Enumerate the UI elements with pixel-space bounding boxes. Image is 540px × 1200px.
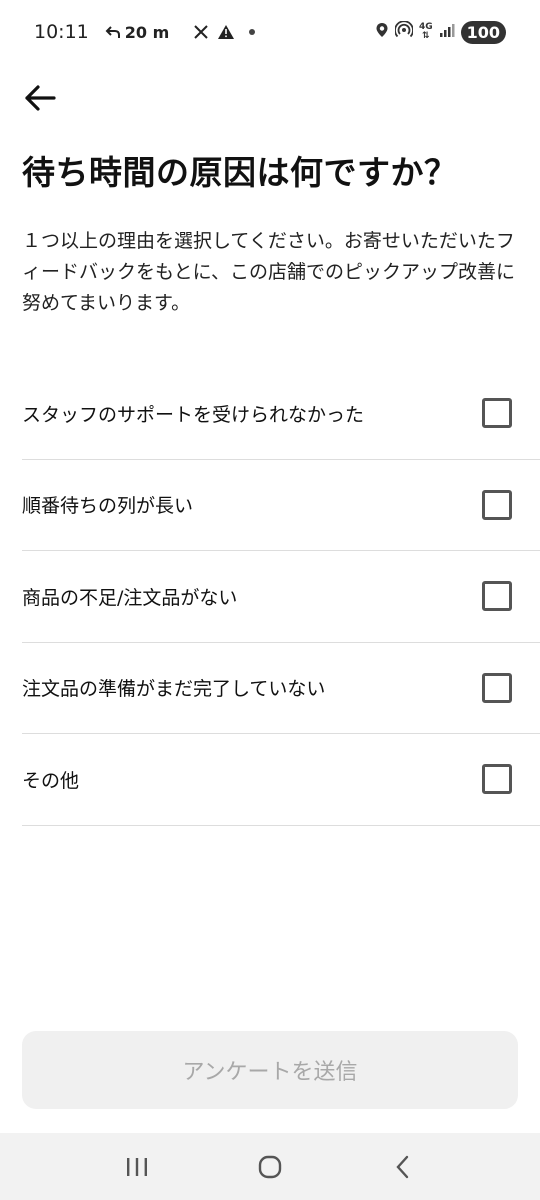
recents-button[interactable]: [117, 1147, 157, 1187]
battery-indicator: 100: [460, 20, 506, 44]
option-row[interactable]: 商品の不足/注文品がない: [22, 551, 540, 643]
hotspot-icon: [394, 19, 414, 44]
option-label: 順番待ちの列が長い: [22, 495, 194, 518]
screen: 10:11 20 m 4G ⇅ 100 待ち時間の原因は何ですか？ １つ以上の理…: [0, 0, 540, 1200]
checkbox[interactable]: [482, 764, 512, 795]
notification-dot-icon: [249, 29, 256, 35]
warning-icon: [217, 24, 235, 40]
option-row[interactable]: その他: [22, 734, 540, 826]
nav-back-button[interactable]: [383, 1147, 423, 1187]
home-button[interactable]: [250, 1147, 290, 1187]
network-type: 4G ⇅: [418, 22, 433, 41]
home-icon: [258, 1155, 282, 1178]
status-time: 10:11: [34, 21, 89, 43]
checkbox[interactable]: [482, 489, 512, 520]
option-label: スタッフのサポートを受けられなかった: [22, 403, 365, 426]
arrow-left-icon: [25, 85, 56, 111]
option-row[interactable]: 注文品の準備がまだ完了していない: [22, 643, 540, 734]
checkbox[interactable]: [482, 672, 512, 703]
signal-icon: [439, 22, 455, 43]
system-nav-bar: [0, 1133, 540, 1200]
call-duration: 20 m: [124, 22, 170, 42]
checkbox[interactable]: [482, 581, 512, 612]
call-return-icon: [105, 26, 120, 38]
call-indicator: 20 m: [105, 22, 170, 42]
option-label: その他: [22, 769, 80, 792]
option-label: 注文品の準備がまだ完了していない: [22, 678, 326, 701]
x-app-icon: [193, 24, 209, 40]
option-row[interactable]: 順番待ちの列が長い: [22, 460, 540, 551]
submit-survey-button[interactable]: アンケートを送信: [22, 1031, 518, 1109]
location-icon: [375, 22, 389, 43]
option-label: 商品の不足/注文品がない: [22, 586, 238, 609]
back-button[interactable]: [22, 80, 58, 116]
back-icon: [396, 1155, 409, 1178]
status-bar: 10:11 20 m 4G ⇅ 100: [0, 0, 540, 64]
reason-option-list: スタッフのサポートを受けられなかった 順番待ちの列が長い 商品の不足/注文品がな…: [22, 368, 540, 826]
recents-icon: [126, 1157, 147, 1176]
page-title: 待ち時間の原因は何ですか？: [22, 153, 458, 192]
page-description: １つ以上の理由を選択してください。お寄せいただいたフィードバックをもとに、この店…: [22, 230, 516, 314]
option-row[interactable]: スタッフのサポートを受けられなかった: [22, 368, 540, 460]
checkbox[interactable]: [482, 398, 512, 429]
